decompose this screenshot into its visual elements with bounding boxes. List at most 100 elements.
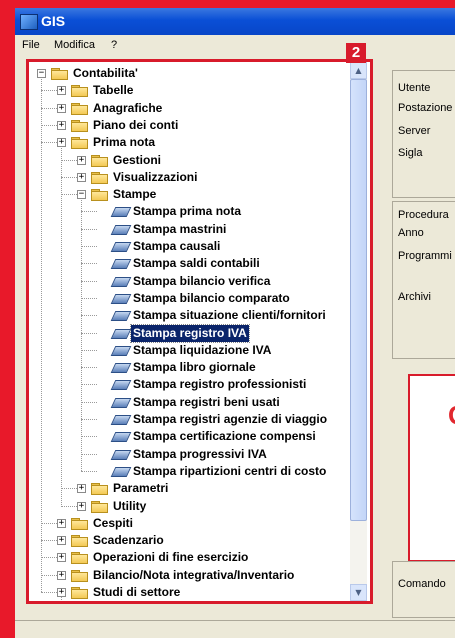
tree-node-label[interactable]: Stampa liquidazione IVA [131, 342, 273, 359]
tree-node-label[interactable]: Stampa situazione clienti/fornitori [131, 307, 328, 324]
status-bar [15, 620, 455, 638]
tree-node-label[interactable]: Stampa registri agenzie di viaggio [131, 411, 329, 428]
tree-node-label[interactable]: Stampa bilancio comparato [131, 290, 292, 307]
menu-file[interactable]: File [22, 39, 40, 51]
tree-node-stampa-liquidazione-iva[interactable]: Stampa liquidazione IVA [29, 342, 350, 359]
tree-node-label[interactable]: Stampa libro giornale [131, 359, 258, 376]
report-icon [110, 293, 132, 304]
tree-node-utility[interactable]: + Utility [29, 498, 350, 515]
tree-node-stampa-mastrini[interactable]: Stampa mastrini [29, 221, 350, 238]
menu-tree-panel: − Contabilita' + Tabelle + Anagrafiche + Piano … [26, 59, 373, 604]
tree-node-bilancio-nota-integrativa-inventario[interactable]: + Bilancio/Nota integrativa/Inventario [29, 567, 350, 584]
tree-node-stampa-bilancio-comparato[interactable]: Stampa bilancio comparato [29, 290, 350, 307]
tree-node-label[interactable]: Stampa causali [131, 238, 222, 255]
expand-icon[interactable]: + [57, 588, 66, 597]
expand-icon[interactable]: + [77, 484, 86, 494]
tree-node-label[interactable]: Prima nota [91, 134, 157, 151]
expand-icon[interactable]: + [57, 138, 66, 148]
gis-logo: G [448, 400, 455, 431]
tree-node-stampa-registro-professionisti[interactable]: Stampa registro professionisti [29, 376, 350, 393]
menu-help[interactable]: ? [111, 39, 117, 51]
report-icon [110, 449, 132, 460]
expand-icon[interactable]: + [57, 518, 66, 528]
collapse-icon[interactable]: − [37, 69, 46, 78]
tree-node-piano-dei-conti[interactable]: + Piano dei conti [29, 117, 350, 134]
tree-node-prima-nota[interactable]: + Prima nota [29, 134, 350, 151]
tree-node-label[interactable]: Operazioni di fine esercizio [91, 549, 250, 566]
tree-node-stampa-prima-nota[interactable]: Stampa prima nota [29, 203, 350, 220]
tree-node-stampa-saldi-contabili[interactable]: Stampa saldi contabili [29, 255, 350, 272]
tree-node-label[interactable]: Stampe [111, 186, 158, 203]
expand-icon[interactable]: + [57, 536, 66, 546]
vertical-scrollbar[interactable]: ▲ ▼ [350, 62, 367, 601]
year-label: Anno [398, 227, 424, 239]
tree-node-stampa-situazione-clienti-fornitori[interactable]: Stampa situazione clienti/fornitori [29, 307, 350, 324]
folder-icon [71, 587, 88, 599]
tree-node-label[interactable]: Piano dei conti [91, 117, 180, 134]
tree-node-stampa-registri-beni-usati[interactable]: Stampa registri beni usati [29, 394, 350, 411]
title-bar[interactable]: GIS [15, 8, 455, 35]
tree-node-tabelle[interactable]: + Tabelle [29, 82, 350, 99]
tree-node-label[interactable]: Scadenzario [91, 532, 166, 549]
scroll-up-icon[interactable]: ▲ [350, 62, 367, 79]
tree-node-label[interactable]: Visualizzazioni [111, 169, 199, 186]
expand-icon[interactable]: + [77, 155, 86, 165]
tree-node-operazioni-di-fine-esercizio[interactable]: + Operazioni di fine esercizio [29, 549, 350, 566]
tree-node-label[interactable]: Stampa prima nota [131, 203, 243, 220]
tree-node-label[interactable]: Stampa bilancio verifica [131, 273, 272, 290]
tree-node-label[interactable]: Utility [111, 498, 148, 515]
tree-node-stampe[interactable]: − Stampe [29, 186, 350, 203]
sigla-label: Sigla [398, 147, 423, 159]
tree-node-label[interactable]: Stampa progressivi IVA [131, 446, 269, 463]
tree-node-label[interactable]: Contabilita' [71, 65, 140, 82]
tree-node-label[interactable]: Stampa saldi contabili [131, 255, 262, 272]
tree-node-parametri[interactable]: + Parametri [29, 480, 350, 497]
tree-node-stampa-causali[interactable]: Stampa causali [29, 238, 350, 255]
tree-node-label[interactable]: Studi di settore [91, 584, 182, 601]
tree-node-label[interactable]: Stampa certificazione compensi [131, 428, 318, 445]
scroll-down-icon[interactable]: ▼ [350, 584, 367, 601]
expand-icon[interactable]: + [77, 501, 86, 511]
tree-node-stampa-registro-iva[interactable]: Stampa registro IVA [29, 323, 350, 343]
tree-node-stampa-progressivi-iva[interactable]: Stampa progressivi IVA [29, 446, 350, 463]
tree-node-stampa-ripartizioni-centri-di-costo[interactable]: Stampa ripartizioni centri di costo [29, 463, 350, 480]
folder-icon [71, 119, 88, 132]
expand-icon[interactable]: + [57, 86, 66, 96]
menu-modifica[interactable]: Modifica [54, 39, 95, 51]
tree-node-label[interactable]: Anagrafiche [91, 100, 164, 117]
report-icon [110, 206, 132, 218]
tree-node-label[interactable]: Stampa registri beni usati [131, 394, 282, 411]
tree-node-label[interactable]: Stampa mastrini [131, 221, 228, 238]
tree-node-label[interactable]: Gestioni [111, 152, 163, 169]
tree-node-stampa-libro-giornale[interactable]: Stampa libro giornale [29, 359, 350, 376]
tree-node-label[interactable]: Stampa ripartizioni centri di costo [131, 463, 328, 480]
menu-tree[interactable]: − Contabilita' + Tabelle + Anagrafiche + Piano … [29, 62, 350, 601]
report-icon [110, 258, 132, 270]
tree-node-visualizzazioni[interactable]: + Visualizzazioni [29, 169, 350, 186]
tree-node-anagrafiche[interactable]: + Anagrafiche [29, 100, 350, 117]
tree-node-scadenzario[interactable]: + Scadenzario [29, 532, 350, 549]
tree-node-studi-di-settore[interactable]: + Studi di settore [29, 584, 350, 601]
tree-node-contabilita[interactable]: − Contabilita' [29, 65, 350, 82]
expand-icon[interactable]: + [57, 120, 66, 130]
scroll-thumb[interactable] [350, 79, 367, 521]
tree-node-stampa-bilancio-verifica[interactable]: Stampa bilancio verifica [29, 273, 350, 290]
expand-icon[interactable]: + [77, 172, 86, 182]
tree-node-cespiti[interactable]: + Cespiti [29, 515, 350, 532]
expand-icon[interactable]: + [57, 103, 66, 113]
tree-node-label[interactable]: Bilancio/Nota integrativa/Inventario [91, 567, 296, 584]
tree-node-label[interactable]: Stampa registro IVA [130, 323, 250, 343]
tree-node-gestioni[interactable]: + Gestioni [29, 152, 350, 169]
folder-icon [91, 483, 108, 496]
tree-node-label[interactable]: Parametri [111, 480, 170, 497]
tree-node-label[interactable]: Cespiti [91, 515, 135, 532]
tree-node-stampa-registri-agenzie-di-viaggio[interactable]: Stampa registri agenzie di viaggio [29, 411, 350, 428]
tree-node-label[interactable]: Tabelle [91, 82, 135, 99]
archives-label: Archivi [398, 291, 432, 303]
collapse-icon[interactable]: − [77, 190, 86, 200]
expand-icon[interactable]: + [57, 570, 66, 580]
expand-icon[interactable]: + [57, 553, 66, 563]
tree-node-label[interactable]: Stampa registro professionisti [131, 376, 308, 393]
report-icon [110, 414, 132, 425]
tree-node-stampa-certificazione-compensi[interactable]: Stampa certificazione compensi [29, 428, 350, 445]
